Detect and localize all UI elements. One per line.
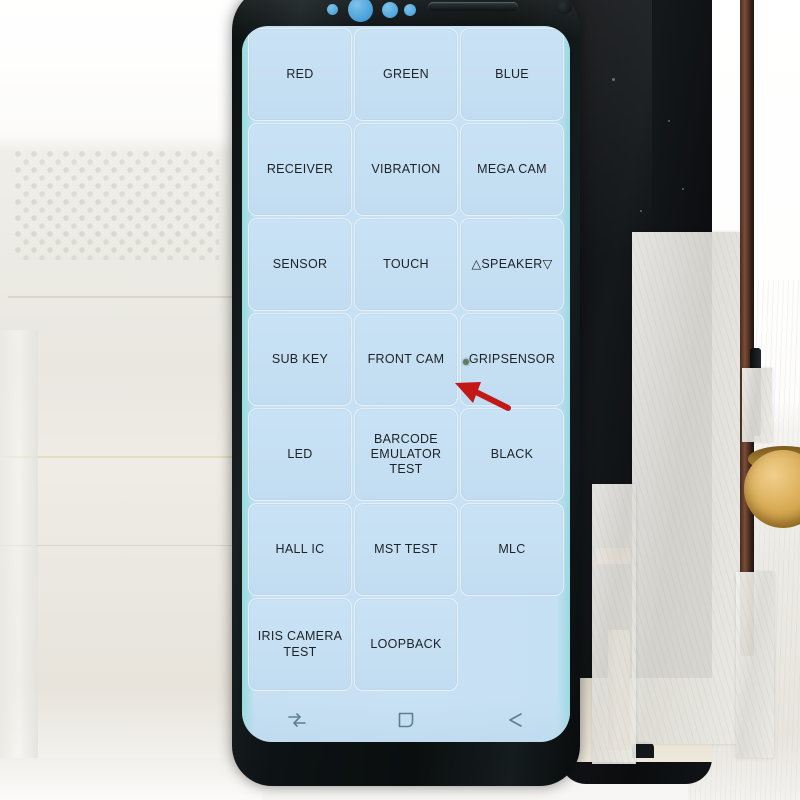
test-tile-label: FRONT CAM — [367, 351, 445, 366]
ir-led-icon — [556, 1, 572, 14]
test-tile-mst-test[interactable]: MST TEST — [354, 503, 458, 596]
test-tile-label: BLUE — [495, 66, 529, 81]
phone-screen: RED GREEN BLUE RECEIVER VIBRATION MEGA CAM SEN… — [242, 26, 570, 742]
screenshot-root: RED GREEN BLUE RECEIVER VIBRATION MEGA CAM SEN… — [0, 0, 800, 800]
iris-sensor-small-icon — [327, 4, 338, 15]
nav-home-button[interactable] — [384, 705, 428, 735]
test-tile-label: LOOPBACK — [370, 636, 442, 651]
masking-tape-right-patch — [736, 572, 774, 758]
tape-fiber-texture-4 — [742, 368, 772, 442]
test-tile-mega-cam[interactable]: MEGA CAM — [460, 123, 564, 216]
tape-fiber-texture-3 — [736, 572, 774, 758]
light-sensor-icon — [404, 4, 416, 16]
test-tile-label: SUB KEY — [271, 351, 329, 366]
dust-speck-4 — [682, 188, 684, 190]
test-tile-label: GREEN — [383, 66, 429, 81]
phone-device: RED GREEN BLUE RECEIVER VIBRATION MEGA CAM SEN… — [232, 0, 580, 786]
test-tile-label: △SPEAKER▽ — [471, 256, 553, 271]
dust-speck-3 — [640, 210, 642, 212]
test-tile-label: MST TEST — [374, 541, 438, 556]
empty-slot — [460, 598, 564, 689]
masking-tape-top-patch — [742, 368, 772, 442]
nav-recents-button[interactable] — [275, 705, 319, 735]
test-tile-label: RECEIVER — [266, 161, 334, 176]
test-tile-red[interactable]: RED — [248, 28, 352, 121]
test-tile-front-cam[interactable]: FRONT CAM — [354, 313, 458, 406]
test-tile-label: HALL IC — [275, 541, 325, 556]
masking-tape-vertical — [632, 232, 740, 744]
test-tile-label: VIBRATION — [371, 161, 441, 176]
test-tile-barcode-emulator-test[interactable]: BARCODE EMULATOR TEST — [354, 408, 458, 501]
tape-fiber-texture — [632, 232, 740, 744]
test-tile-green[interactable]: GREEN — [354, 28, 458, 121]
recents-icon — [287, 711, 307, 729]
test-tile-label: RED — [286, 66, 314, 81]
test-tile-loopback[interactable]: LOOPBACK — [354, 598, 458, 691]
foam-seam-1 — [8, 296, 262, 298]
test-tile-label: BARCODE EMULATOR TEST — [370, 431, 442, 477]
test-tile-label: SENSOR — [272, 256, 328, 271]
test-tile-label: TOUCH — [383, 256, 429, 271]
background-device-side-rail — [740, 0, 754, 656]
test-tile-sensor[interactable]: SENSOR — [248, 218, 352, 311]
test-tile-vibration[interactable]: VIBRATION — [354, 123, 458, 216]
test-tile-iris-camera-test[interactable]: IRIS CAMERA TEST — [248, 598, 352, 691]
hardware-test-grid: RED GREEN BLUE RECEIVER VIBRATION MEGA CAM SEN… — [248, 28, 564, 691]
desk-surface — [0, 758, 262, 800]
test-tile-blue[interactable]: BLUE — [460, 28, 564, 121]
test-tile-sub-key[interactable]: SUB KEY — [248, 313, 352, 406]
test-tile-label: GRIPSENSOR — [468, 351, 556, 366]
foam-highlight — [0, 0, 262, 150]
masking-tape-left-patch — [592, 484, 636, 764]
test-tile-gripsensor[interactable]: GRIPSENSOR — [460, 313, 564, 406]
test-tile-label: IRIS CAMERA TEST — [257, 629, 343, 659]
dust-speck-1 — [612, 78, 615, 81]
test-tile-touch[interactable]: TOUCH — [354, 218, 458, 311]
test-tile-speaker[interactable]: △SPEAKER▽ — [460, 218, 564, 311]
foam-bubble-texture — [14, 150, 219, 260]
test-tile-label: MLC — [498, 541, 526, 556]
nav-back-button[interactable] — [493, 705, 537, 735]
dust-speck-2 — [668, 120, 670, 122]
android-navigation-bar — [242, 698, 570, 742]
proximity-sensor-icon — [382, 2, 398, 18]
tape-fiber-texture-2 — [592, 484, 636, 764]
home-square-icon — [397, 711, 415, 729]
test-tile-label: MEGA CAM — [477, 161, 547, 176]
back-arrow-icon — [505, 711, 525, 729]
test-tile-label: LED — [287, 446, 313, 461]
test-tile-led[interactable]: LED — [248, 408, 352, 501]
test-tile-hall-ic[interactable]: HALL IC — [248, 503, 352, 596]
test-tile-mlc[interactable]: MLC — [460, 503, 564, 596]
test-tile-label: BLACK — [490, 446, 534, 461]
plastic-wrap — [0, 330, 38, 800]
screen-defect-dot — [463, 359, 469, 365]
test-tile-receiver[interactable]: RECEIVER — [248, 123, 352, 216]
earpiece-speaker-icon — [428, 2, 518, 11]
test-tile-black[interactable]: BLACK — [460, 408, 564, 501]
